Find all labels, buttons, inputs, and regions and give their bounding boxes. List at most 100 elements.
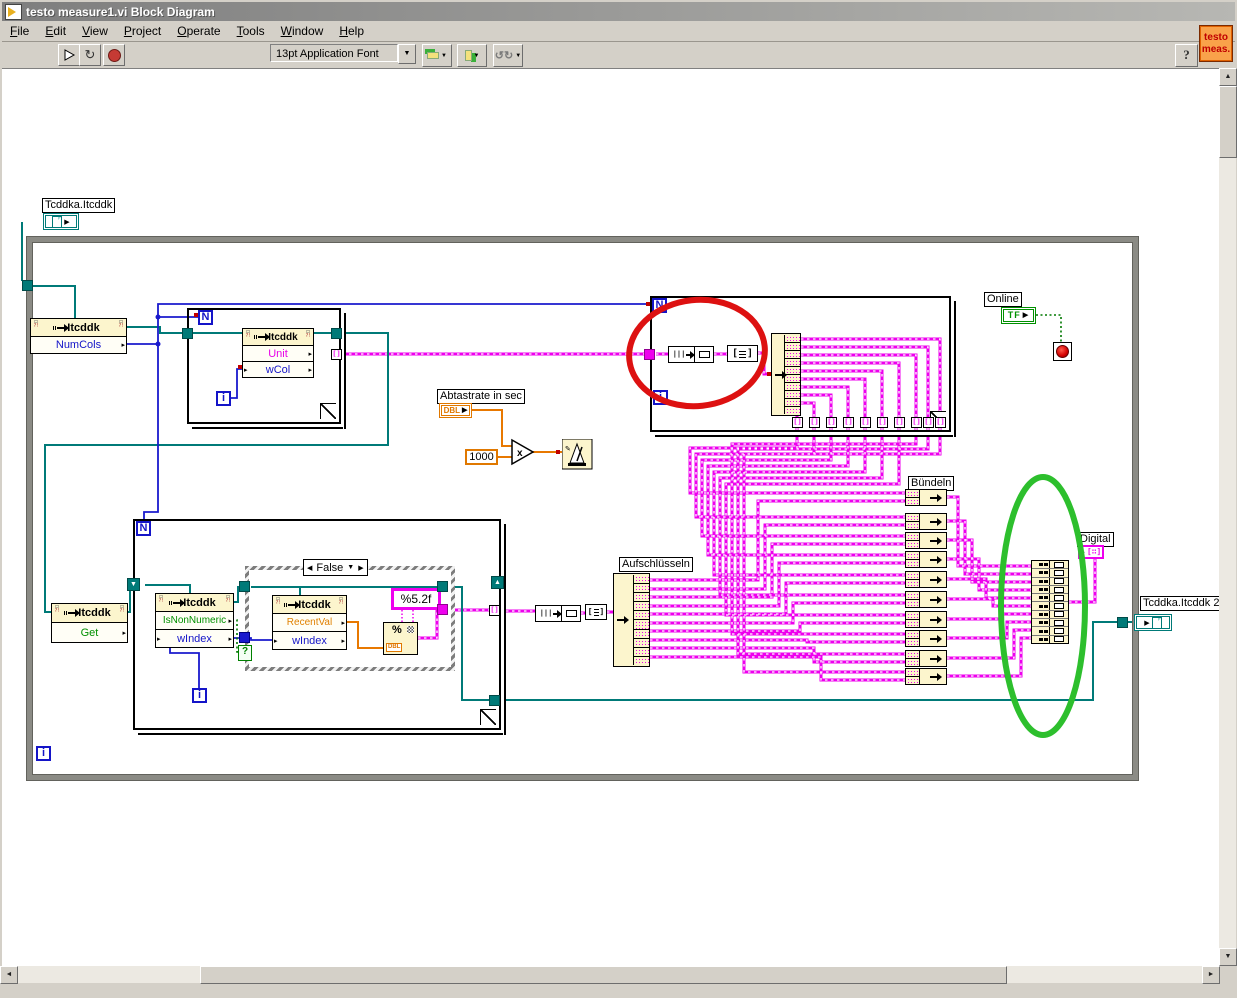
- bundle-node[interactable]: [905, 513, 947, 530]
- build-array-node[interactable]: [1031, 560, 1069, 644]
- index-array-expanded-node[interactable]: [613, 573, 650, 667]
- tunnel[interactable]: [239, 632, 250, 643]
- cluster-array-indicator-terminal[interactable]: ▶ [∷]: [1078, 545, 1104, 559]
- distribute-objects-button[interactable]: ▼: [457, 44, 487, 67]
- tunnel[interactable]: [1117, 617, 1128, 628]
- sample-rate-label[interactable]: Abtastrate in sec: [437, 389, 525, 404]
- stop-led-terminal[interactable]: [1053, 342, 1072, 361]
- property-row[interactable]: RecentVal: [273, 614, 346, 632]
- reorder-button[interactable]: ↺↻ ▼: [493, 44, 523, 67]
- spreadsheet-string-to-array-node[interactable]: |||: [535, 605, 581, 622]
- online-label[interactable]: Online: [984, 292, 1022, 307]
- format-string-constant[interactable]: %5.2f: [391, 588, 441, 610]
- method-row[interactable]: Get: [52, 623, 127, 642]
- font-selector[interactable]: 13pt Application Font: [270, 44, 398, 62]
- font-dropdown-icon[interactable]: ▼: [398, 44, 416, 64]
- while-loop-iteration-terminal[interactable]: i: [36, 746, 51, 761]
- index-array-node[interactable]: []: [585, 604, 607, 620]
- property-node-numcols[interactable]: Itcddk NumCols: [30, 318, 127, 354]
- source-terminal-label[interactable]: Tcddka.Itcddk: [42, 198, 116, 213]
- menu-help[interactable]: Help: [331, 22, 372, 40]
- property-row[interactable]: wCol: [243, 362, 313, 377]
- bundle-node[interactable]: [905, 611, 947, 628]
- property-row[interactable]: IsNonNumeric: [156, 612, 233, 630]
- auto-index-tunnel[interactable]: [792, 417, 803, 428]
- bundle-node[interactable]: [905, 591, 947, 608]
- tunnel[interactable]: [331, 328, 342, 339]
- bundle-node[interactable]: [905, 668, 947, 685]
- menu-tools[interactable]: Tools: [229, 22, 273, 40]
- tunnel[interactable]: [437, 604, 448, 615]
- abort-button[interactable]: [103, 44, 125, 66]
- tunnel[interactable]: [437, 581, 448, 592]
- auto-index-tunnel[interactable]: [826, 417, 837, 428]
- refnum-indicator-terminal[interactable]: ▶: [1134, 614, 1172, 631]
- boolean-control-terminal[interactable]: TF ▶: [1001, 307, 1036, 324]
- auto-index-tunnel[interactable]: [809, 417, 820, 428]
- format-into-string-node[interactable]: % DBL: [383, 622, 418, 655]
- vi-icon[interactable]: testo meas.: [1199, 25, 1233, 62]
- auto-index-tunnel[interactable]: [489, 605, 500, 616]
- case-next-icon[interactable]: ▶: [358, 564, 363, 572]
- bundle-node[interactable]: [905, 551, 947, 568]
- auto-index-tunnel[interactable]: [935, 417, 946, 428]
- tunnel[interactable]: [22, 280, 33, 291]
- wait-ms-node[interactable]: ✎: [562, 439, 593, 470]
- vertical-scroll-thumb[interactable]: [1219, 86, 1237, 158]
- index-array-expanded-node[interactable]: [771, 333, 801, 416]
- dbl-control-terminal[interactable]: DBL ▶: [439, 403, 472, 418]
- case-selector-terminal[interactable]: ?: [238, 645, 252, 661]
- unbundle-label[interactable]: Aufschlüsseln: [619, 557, 693, 572]
- align-objects-button[interactable]: ▼: [422, 44, 452, 67]
- property-row[interactable]: Unit: [243, 346, 313, 362]
- sink-terminal-label[interactable]: Tcddka.Itcddk 2: [1140, 596, 1223, 611]
- bundle-node[interactable]: [905, 489, 947, 506]
- bundle-node[interactable]: [905, 650, 947, 667]
- menu-file[interactable]: File: [2, 22, 37, 40]
- menu-edit[interactable]: Edit: [37, 22, 74, 40]
- auto-index-tunnel[interactable]: [843, 417, 854, 428]
- menu-view[interactable]: View: [74, 22, 116, 40]
- bundle-node[interactable]: [905, 532, 947, 549]
- shift-register-right-icon[interactable]: ▲: [491, 576, 504, 589]
- case-selector-label[interactable]: ◀ False ▼ ▶: [303, 559, 368, 576]
- loop-count-terminal[interactable]: N: [136, 521, 151, 536]
- tunnel[interactable]: [182, 328, 193, 339]
- run-continuous-button[interactable]: ↻: [79, 44, 101, 66]
- auto-index-tunnel[interactable]: [877, 417, 888, 428]
- property-node-recentval[interactable]: Itcddk RecentVal wIndex: [272, 595, 347, 650]
- auto-index-tunnel[interactable]: [923, 417, 934, 428]
- title-bar[interactable]: testo measure1.vi Block Diagram: [2, 2, 1235, 21]
- invoke-node-get[interactable]: Itcddk Get: [51, 603, 128, 643]
- bundle-node[interactable]: [905, 571, 947, 588]
- menu-operate[interactable]: Operate: [169, 22, 228, 40]
- property-node-isnonnumeric[interactable]: Itcddk IsNonNumeric wIndex: [155, 593, 234, 648]
- loop-iteration-terminal[interactable]: i: [216, 391, 231, 406]
- property-row[interactable]: wIndex: [273, 632, 346, 649]
- loop-count-terminal[interactable]: N: [652, 298, 667, 313]
- vertical-scrollbar[interactable]: [1219, 68, 1236, 966]
- run-button[interactable]: [58, 44, 80, 66]
- property-row[interactable]: NumCols: [31, 337, 126, 353]
- multiply-node[interactable]: x: [510, 438, 536, 466]
- tunnel[interactable]: [239, 581, 250, 592]
- numeric-constant[interactable]: 1000: [465, 449, 498, 465]
- horizontal-scroll-thumb[interactable]: [200, 966, 1007, 984]
- property-row[interactable]: wIndex: [156, 630, 233, 647]
- loop-iteration-terminal[interactable]: i: [653, 390, 668, 405]
- scroll-up-button[interactable]: ▲: [1219, 68, 1237, 86]
- loop-count-terminal[interactable]: N: [198, 310, 213, 325]
- tunnel[interactable]: [644, 349, 655, 360]
- auto-index-tunnel[interactable]: [860, 417, 871, 428]
- shift-register-left-icon[interactable]: ▼: [127, 578, 140, 591]
- menu-window[interactable]: Window: [273, 22, 332, 40]
- loop-iteration-terminal[interactable]: i: [192, 688, 207, 703]
- case-dropdown-icon[interactable]: ▼: [347, 564, 354, 571]
- case-prev-icon[interactable]: ◀: [307, 564, 312, 572]
- property-node-unit[interactable]: Itcddk Unit wCol: [242, 328, 314, 378]
- tunnel[interactable]: [489, 695, 500, 706]
- scroll-right-button[interactable]: ►: [1202, 966, 1220, 984]
- scroll-down-button[interactable]: ▼: [1219, 948, 1237, 966]
- auto-index-tunnel[interactable]: [911, 417, 922, 428]
- index-array-node[interactable]: []: [727, 345, 758, 362]
